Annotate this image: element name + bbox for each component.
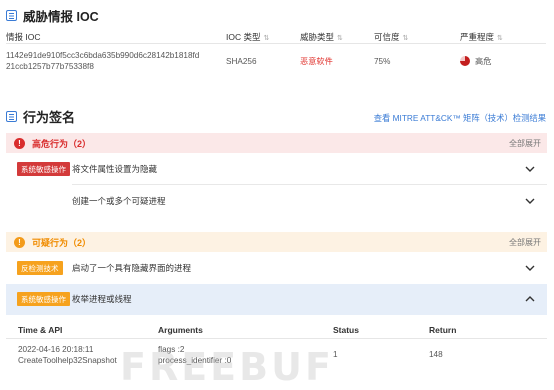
behavior-section-title: 行为签名 xyxy=(23,110,76,125)
ioc-section-title: 威胁情报 IOC xyxy=(23,10,99,24)
divider xyxy=(72,184,547,185)
alert-icon: ! xyxy=(14,236,25,248)
col-status: Status xyxy=(333,325,359,335)
severity-pie-icon xyxy=(460,56,470,66)
col-ioc: 情报 IOC xyxy=(6,31,41,42)
category-tag: 系统敏感操作 xyxy=(17,162,70,176)
severity-value: 高危 xyxy=(475,57,492,66)
ioc-table: 情报 IOC IOC 类型 ⇅ 威胁类型 ⇅ 可信度 ⇅ 严重程度 ⇅ 1142e91d… xyxy=(6,30,546,78)
table-row: 1142e91de910f5cc3c6bda635b990d6c28142b18… xyxy=(6,44,546,78)
list-item[interactable]: 创建一个或多个可疑进程 xyxy=(6,186,547,216)
col-confidence[interactable]: 可信度 ⇅ xyxy=(374,31,460,43)
sort-icon[interactable]: ⇅ xyxy=(337,35,343,42)
group-title: 可疑行为（2） xyxy=(32,237,92,248)
list-item[interactable]: 系统敏感操作 将文件属性设置为隐藏 xyxy=(6,154,547,184)
col-severity[interactable]: 严重程度 ⇅ xyxy=(460,31,546,43)
ioc-type-value: SHA256 xyxy=(226,56,257,66)
chevron-down-icon[interactable] xyxy=(525,196,535,206)
return-value: 148 xyxy=(429,350,443,359)
ioc-table-header: 情报 IOC IOC 类型 ⇅ 威胁类型 ⇅ 可信度 ⇅ 严重程度 ⇅ xyxy=(6,30,546,44)
severity-cell: 高危 xyxy=(460,55,546,67)
ioc-hash[interactable]: 1142e91de910f5cc3c6bda635b990d6c28142b18… xyxy=(6,50,226,72)
list-item-expanded[interactable]: 系统敏感操作 枚举进程或线程 xyxy=(6,284,547,314)
sort-icon[interactable]: ⇅ xyxy=(497,35,503,42)
item-text: 启动了一个具有隐藏界面的进程 xyxy=(72,263,192,273)
threat-type-value: 恶意软件 xyxy=(300,57,333,66)
alert-icon: ! xyxy=(14,137,25,149)
ioc-section-header: 威胁情报 IOC xyxy=(6,6,99,25)
group-title: 高危行为（2） xyxy=(32,138,92,149)
sort-icon[interactable]: ⇅ xyxy=(403,35,409,42)
list-icon xyxy=(6,10,17,21)
col-time-api: Time & API xyxy=(18,325,63,335)
behavior-section-header: 行为签名 xyxy=(6,107,75,126)
category-tag: 系统敏感操作 xyxy=(17,292,70,306)
group-high-risk[interactable]: ! 高危行为（2） 全部展开 xyxy=(6,133,547,153)
expand-all-button[interactable]: 全部展开 xyxy=(509,237,541,248)
col-threat-type[interactable]: 威胁类型 ⇅ xyxy=(300,31,374,43)
status-value: 1 xyxy=(333,350,338,359)
expand-all-button[interactable]: 全部展开 xyxy=(509,138,541,149)
mitre-attack-link[interactable]: 查看 MITRE ATT&CK™ 矩阵（技术）检测结果 xyxy=(374,112,546,124)
sort-icon[interactable]: ⇅ xyxy=(263,35,269,42)
item-text: 枚举进程或线程 xyxy=(72,294,132,304)
category-tag: 反检测技术 xyxy=(17,261,63,275)
detail-table-header: Time & API Arguments Status Return xyxy=(6,325,547,339)
col-arguments: Arguments xyxy=(158,325,203,335)
col-ioc-type[interactable]: IOC 类型 ⇅ xyxy=(226,31,300,43)
item-text: 创建一个或多个可疑进程 xyxy=(72,196,166,206)
group-suspicious[interactable]: ! 可疑行为（2） 全部展开 xyxy=(6,232,547,252)
chevron-down-icon[interactable] xyxy=(525,263,535,273)
confidence-value: 75% xyxy=(374,56,391,66)
list-item[interactable]: 反检测技术 启动了一个具有隐藏界面的进程 xyxy=(6,253,547,283)
list-icon xyxy=(6,111,17,122)
watermark: FREEBUF xyxy=(120,345,334,389)
col-return: Return xyxy=(429,325,457,335)
chevron-down-icon[interactable] xyxy=(525,164,535,174)
chevron-up-icon[interactable] xyxy=(525,294,535,304)
item-text: 将文件属性设置为隐藏 xyxy=(72,164,158,174)
